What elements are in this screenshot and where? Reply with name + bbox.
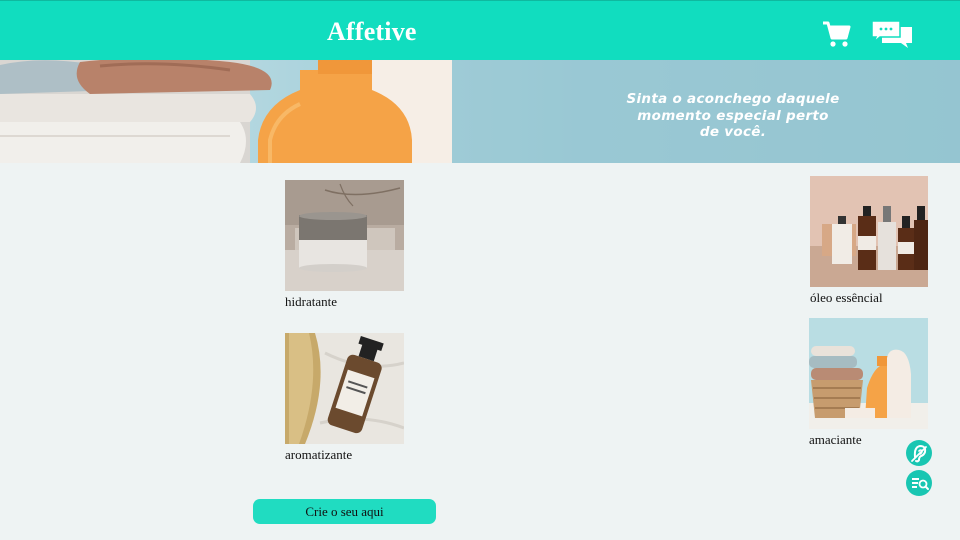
tagline-line: de você.	[699, 124, 767, 140]
page: Affetive Sinta o aconchego daquele momen…	[0, 0, 960, 540]
tagline-line: momento especial perto	[637, 107, 829, 124]
product-card-aromatizante[interactable]: aromatizante	[285, 333, 404, 463]
chat-icon[interactable]	[870, 19, 914, 49]
product-image-softener-towels[interactable]	[809, 318, 928, 429]
product-label[interactable]: hidratante	[285, 294, 404, 310]
banner-tagline: Sinta o aconchego daquele momento especi…	[588, 91, 878, 141]
hero-banner: Sinta o aconchego daquele momento especi…	[0, 60, 960, 163]
product-label[interactable]: óleo essêncial	[810, 290, 928, 306]
top-header: Affetive	[0, 0, 960, 60]
product-card-amaciante[interactable]: amaciante	[809, 318, 928, 448]
reading-mode-button[interactable]	[906, 470, 932, 496]
product-image-cream-jar[interactable]	[285, 180, 404, 291]
hearing-accessibility-button[interactable]	[906, 440, 932, 466]
brand-title[interactable]: Affetive	[327, 17, 417, 47]
tagline-line: Sinta o aconchego daquele	[626, 91, 840, 107]
product-image-spray-bottle[interactable]	[285, 333, 404, 444]
create-your-own-button[interactable]: Crie o seu aqui	[253, 499, 436, 524]
reading-mode-icon	[912, 478, 929, 490]
product-image-oil-bottles[interactable]	[810, 176, 928, 287]
hearing-accessibility-icon	[911, 444, 927, 463]
product-card-oleo-essencial[interactable]: óleo essêncial	[810, 176, 928, 306]
product-card-hidratante[interactable]: hidratante	[285, 180, 404, 310]
product-label[interactable]: aromatizante	[285, 447, 404, 463]
cart-icon[interactable]	[821, 19, 851, 49]
